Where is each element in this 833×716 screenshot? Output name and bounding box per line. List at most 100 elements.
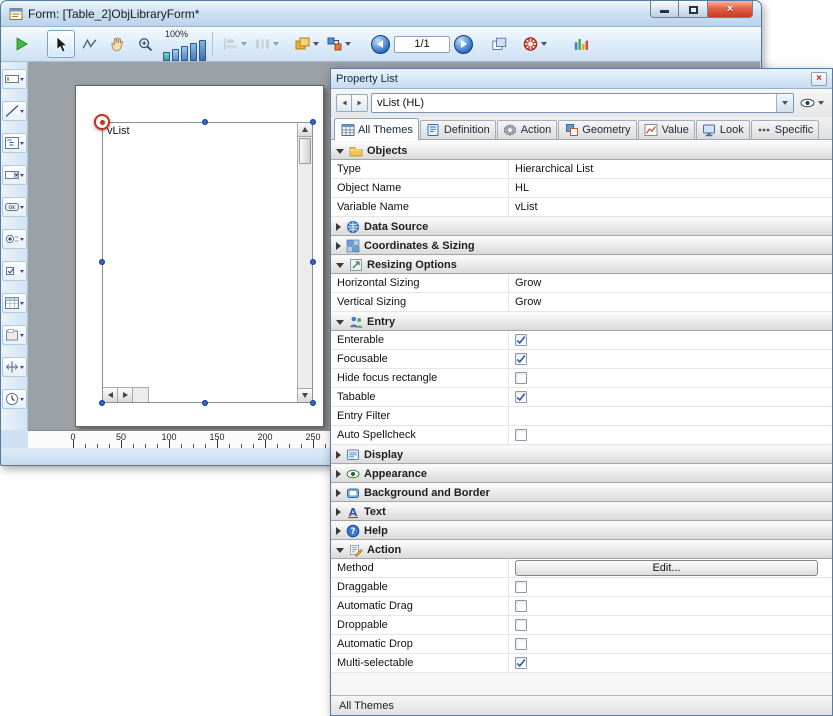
next-page-button[interactable] bbox=[454, 35, 473, 54]
combo-box-tool[interactable] bbox=[2, 165, 27, 185]
execute-form-button[interactable] bbox=[7, 30, 35, 58]
section-resizing-options[interactable]: Resizing Options bbox=[331, 255, 832, 274]
zoom-bar-icon[interactable] bbox=[190, 43, 197, 61]
checkbox-tabable[interactable] bbox=[515, 391, 527, 403]
tab-definition[interactable]: Definition bbox=[420, 120, 496, 139]
object-selector-dropdown[interactable]: vList (HL) bbox=[371, 93, 794, 113]
property-value[interactable]: Grow bbox=[515, 296, 541, 308]
selection-handle-bottom-left[interactable] bbox=[99, 400, 105, 406]
tab-look[interactable]: Look bbox=[696, 120, 750, 139]
disclosure-expanded-icon[interactable] bbox=[336, 263, 344, 268]
selection-handle-top[interactable] bbox=[202, 119, 208, 125]
selection-handle-right[interactable] bbox=[310, 259, 316, 265]
list-box-tool[interactable] bbox=[2, 293, 27, 313]
hierarchical-list-tool[interactable] bbox=[2, 133, 27, 153]
property-value[interactable]: HL bbox=[515, 182, 529, 194]
disclosure-collapsed-icon[interactable] bbox=[336, 242, 341, 250]
form-properties-button[interactable] bbox=[519, 34, 551, 55]
property-value[interactable]: Hierarchical List bbox=[515, 163, 593, 175]
checkbox-multi-selectable[interactable] bbox=[515, 657, 527, 669]
zoom-bar-icon[interactable] bbox=[199, 40, 206, 61]
selection-handle-bottom-right[interactable] bbox=[310, 400, 316, 406]
checkbox-automatic-drag[interactable] bbox=[515, 600, 527, 612]
maximize-button[interactable] bbox=[679, 1, 708, 18]
clock-tool[interactable] bbox=[2, 389, 27, 409]
tab-value[interactable]: Value bbox=[638, 120, 695, 139]
titlebar[interactable]: Form: [Table_2]ObjLibraryForm* × bbox=[1, 1, 761, 27]
close-button[interactable]: × bbox=[708, 1, 753, 18]
scrollbar-thumb[interactable] bbox=[299, 138, 311, 164]
section-display[interactable]: Display bbox=[331, 445, 832, 464]
checkbox-hide-focus-rectangle[interactable] bbox=[515, 372, 527, 384]
disclosure-collapsed-icon[interactable] bbox=[336, 508, 341, 516]
zoom-bar-icon[interactable] bbox=[172, 49, 179, 61]
section-objects[interactable]: Objects bbox=[331, 141, 832, 160]
field-tool[interactable] bbox=[2, 69, 27, 89]
section-help[interactable]: ?Help bbox=[331, 521, 832, 540]
group-box-tool[interactable] bbox=[2, 325, 27, 345]
level-tool-button[interactable] bbox=[291, 34, 323, 55]
form-windows-button[interactable] bbox=[485, 30, 513, 58]
tab-all-themes[interactable]: All Themes bbox=[334, 118, 419, 140]
disclosure-expanded-icon[interactable] bbox=[336, 548, 344, 553]
disclosure-collapsed-icon[interactable] bbox=[336, 489, 341, 497]
combo-button[interactable] bbox=[776, 94, 793, 112]
magnify-tool-button[interactable] bbox=[131, 30, 159, 58]
zoom-bars[interactable] bbox=[163, 40, 206, 61]
section-entry[interactable]: Entry bbox=[331, 312, 832, 331]
checkbox-automatic-drop[interactable] bbox=[515, 638, 527, 650]
form-page[interactable]: vList bbox=[75, 85, 324, 427]
previous-page-button[interactable] bbox=[371, 35, 390, 54]
tab-geometry[interactable]: Geometry bbox=[558, 120, 636, 139]
disclosure-collapsed-icon[interactable] bbox=[336, 451, 341, 459]
pan-tool-button[interactable] bbox=[103, 30, 131, 58]
disclosure-expanded-icon[interactable] bbox=[336, 320, 344, 325]
scroll-up-icon[interactable] bbox=[298, 123, 312, 137]
pointer-tool-button[interactable] bbox=[47, 30, 75, 58]
section-action[interactable]: Action bbox=[331, 540, 832, 559]
previous-object-button[interactable] bbox=[336, 94, 352, 112]
object-events-badge[interactable] bbox=[94, 114, 110, 130]
property-list-close-button[interactable]: × bbox=[811, 72, 827, 86]
property-value[interactable]: Grow bbox=[515, 277, 541, 289]
line-tool[interactable] bbox=[2, 101, 27, 121]
selection-handle-left[interactable] bbox=[99, 259, 105, 265]
disclosure-collapsed-icon[interactable] bbox=[336, 527, 341, 535]
zoom-bar-icon[interactable] bbox=[181, 46, 188, 61]
section-data-source[interactable]: Data Source bbox=[331, 217, 832, 236]
method-edit-button[interactable]: Edit... bbox=[515, 560, 818, 576]
zoom-bar-icon[interactable] bbox=[163, 52, 170, 61]
distribute-objects-button[interactable] bbox=[251, 34, 283, 55]
scroll-left-icon[interactable] bbox=[103, 388, 118, 402]
order-tool-button[interactable] bbox=[323, 34, 355, 55]
checkbox-auto-spellcheck[interactable] bbox=[515, 429, 527, 441]
splitter-tool[interactable] bbox=[2, 357, 27, 377]
align-objects-button[interactable] bbox=[219, 34, 251, 55]
section-coordinates-sizing[interactable]: Coordinates & Sizing bbox=[331, 236, 832, 255]
checkbox-focusable[interactable] bbox=[515, 353, 527, 365]
tab-specific[interactable]: Specific bbox=[751, 120, 820, 139]
section-background-and-border[interactable]: Background and Border bbox=[331, 483, 832, 502]
section-text[interactable]: AText bbox=[331, 502, 832, 521]
checkbox-tool[interactable] bbox=[2, 261, 27, 281]
object-horizontal-scrollbar[interactable] bbox=[103, 387, 149, 402]
disclosure-expanded-icon[interactable] bbox=[336, 149, 344, 154]
disclosure-collapsed-icon[interactable] bbox=[336, 223, 341, 231]
next-object-button[interactable] bbox=[352, 94, 368, 112]
view-options-button[interactable] bbox=[797, 94, 827, 113]
selection-handle-bottom[interactable] bbox=[202, 400, 208, 406]
freehand-tool-button[interactable] bbox=[75, 30, 103, 58]
zoom-widget[interactable]: 100% bbox=[163, 28, 206, 61]
checkbox-enterable[interactable] bbox=[515, 334, 527, 346]
hierarchical-list-object[interactable]: vList bbox=[102, 122, 313, 403]
scroll-right-icon[interactable] bbox=[118, 388, 133, 402]
tab-action[interactable]: Action bbox=[497, 120, 558, 139]
section-appearance[interactable]: Appearance bbox=[331, 464, 832, 483]
disclosure-collapsed-icon[interactable] bbox=[336, 470, 341, 478]
button-tool[interactable]: OK bbox=[2, 197, 27, 217]
property-list-titlebar[interactable]: Property List × bbox=[331, 69, 832, 89]
minimize-button[interactable] bbox=[650, 1, 679, 18]
checkbox-droppable[interactable] bbox=[515, 619, 527, 631]
object-library-button[interactable] bbox=[567, 30, 595, 58]
selection-handle-top-right[interactable] bbox=[310, 119, 316, 125]
